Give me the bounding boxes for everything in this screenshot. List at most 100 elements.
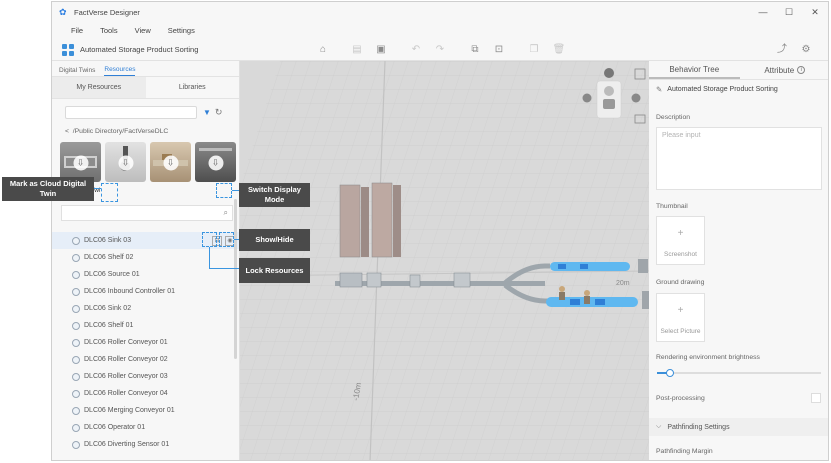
connector-line: [209, 268, 239, 269]
resource-thumbnail[interactable]: ⇩: [105, 142, 146, 182]
filter-icon[interactable]: ▼: [203, 108, 211, 117]
menu-bar: File Tools View Settings: [52, 22, 828, 39]
callout-lock: Lock Resources: [239, 258, 310, 283]
list-item-label: DLC06 Shelf 01: [84, 322, 134, 329]
resource-thumbnail[interactable]: ⇩: [150, 142, 191, 182]
pathfinding-section-header[interactable]: ⌵ Pathfinding Settings: [649, 418, 828, 436]
callout-mark-cloud: Mark as Cloud Digital Twin: [2, 177, 94, 201]
object-icon: [72, 270, 80, 279]
cloud-twin-marker[interactable]: [101, 183, 118, 202]
menu-file[interactable]: File: [71, 26, 83, 35]
callout-show-hide: Show/Hide: [239, 229, 310, 251]
list-item-label: DLC06 Roller Conveyor 04: [84, 390, 168, 397]
object-icon: [72, 304, 80, 313]
list-item-label: DLC06 Roller Conveyor 01: [84, 339, 168, 346]
object-icon: [72, 253, 80, 262]
tab-attribute-label: Attribute: [764, 65, 795, 75]
object-icon: [72, 338, 80, 347]
list-item[interactable]: DLC06 Operator 01: [52, 419, 240, 436]
callout-mark-cloud-text: Mark as Cloud Digital Twin: [9, 179, 87, 198]
list-item[interactable]: DLC06 Roller Conveyor 01: [52, 334, 240, 351]
project-name: Automated Storage Product Sorting: [80, 45, 199, 54]
left-panel: Digital Twins Resources My Resources Lib…: [52, 61, 240, 460]
redo-icon[interactable]: ↷: [433, 43, 447, 57]
focus-icon[interactable]: ⊡: [492, 43, 506, 57]
save-icon[interactable]: ▣: [374, 43, 388, 57]
chart-icon[interactable]: ⤴: [775, 43, 789, 57]
callout-switch-display-text: Switch Display Mode: [248, 185, 301, 204]
right-panel: Behavior Tree Attribute i ✎ Automated St…: [649, 61, 829, 460]
maximize-icon[interactable]: ☐: [776, 2, 802, 22]
screenshot-icon[interactable]: ⧉: [468, 43, 482, 57]
object-icon: [72, 236, 80, 245]
list-scrollbar[interactable]: [234, 199, 237, 359]
download-icon: ⇩: [208, 155, 223, 171]
pencil-icon[interactable]: ✎: [656, 85, 662, 94]
list-item[interactable]: DLC06 Inbound Controller 01: [52, 283, 240, 300]
settings-icon[interactable]: ⚙: [799, 43, 813, 57]
screenshot-button[interactable]: + Screenshot: [656, 216, 705, 265]
brightness-slider[interactable]: [657, 369, 821, 377]
resource-thumbnail[interactable]: ⇩: [60, 142, 101, 182]
callout-switch-display: Switch Display Mode: [239, 183, 310, 207]
list-item[interactable]: DLC06 Shelf 02: [52, 249, 240, 266]
home-icon[interactable]: ⌂: [316, 43, 330, 57]
menu-view[interactable]: View: [135, 26, 151, 35]
tab-attribute[interactable]: Attribute i: [740, 61, 829, 79]
title-bar: ✿ FactVerse Designer — ☐ ✕: [52, 2, 828, 22]
download-icon: ⇩: [163, 155, 178, 171]
lock-marker[interactable]: [202, 232, 217, 247]
connector-line: [94, 188, 101, 189]
tab-my-resources[interactable]: My Resources: [52, 77, 146, 98]
list-item-label: DLC06 Diverting Sensor 01: [84, 441, 170, 448]
resource-search-input[interactable]: [65, 106, 197, 119]
close-icon[interactable]: ✕: [802, 2, 828, 22]
tab-libraries[interactable]: Libraries: [146, 77, 240, 98]
tab-behavior-tree[interactable]: Behavior Tree: [649, 61, 740, 79]
list-item-label: DLC06 Shelf 02: [84, 254, 134, 261]
callout-lock-text: Lock Resources: [245, 265, 304, 275]
app-title: FactVerse Designer: [74, 7, 140, 17]
menu-tools[interactable]: Tools: [100, 26, 118, 35]
menu-settings[interactable]: Settings: [168, 26, 195, 35]
ground-drawing-label: Ground drawing: [656, 279, 705, 286]
tab-digital-twins[interactable]: Digital Twins: [59, 67, 95, 76]
scene-title: ✎ Automated Storage Product Sorting: [656, 85, 778, 94]
post-processing-label: Post-processing: [656, 395, 705, 402]
object-search-input[interactable]: ⌕: [61, 205, 233, 221]
chevron-down-icon: ⌵: [656, 423, 662, 430]
description-textarea[interactable]: Please input: [656, 127, 822, 190]
delete-icon[interactable]: 🗑: [552, 43, 566, 57]
list-item[interactable]: DLC06 Diverting Sensor 01: [52, 436, 240, 453]
pathfinding-margin-label: Pathfinding Margin: [656, 448, 713, 455]
app-window: ✿ FactVerse Designer — ☐ ✕ File Tools Vi…: [51, 1, 829, 461]
undo-icon[interactable]: ↶: [409, 43, 423, 57]
description-placeholder: Please input: [662, 132, 701, 139]
list-item[interactable]: DLC06 Roller Conveyor 04: [52, 385, 240, 402]
show-hide-marker[interactable]: [219, 232, 234, 247]
post-processing-toggle[interactable]: [811, 393, 821, 403]
display-mode-toggle[interactable]: [216, 183, 232, 198]
minimize-icon[interactable]: —: [750, 2, 776, 22]
refresh-icon[interactable]: ↻: [215, 107, 223, 118]
list-item[interactable]: DLC06 Roller Conveyor 02: [52, 351, 240, 368]
thumbnail-label: Thumbnail: [656, 203, 688, 210]
toolbar: Automated Storage Product Sorting ⌂ ▤ ▣ …: [52, 39, 828, 61]
list-item-label: DLC06 Operator 01: [84, 424, 146, 431]
document-icon[interactable]: ▤: [350, 43, 364, 57]
brightness-knob[interactable]: [666, 369, 675, 377]
list-item-label: DLC06 Inbound Controller 01: [84, 288, 176, 295]
list-item-label: DLC06 Sink 02: [84, 305, 132, 312]
list-item[interactable]: DLC06 Roller Conveyor 03: [52, 368, 240, 385]
copy-icon[interactable]: ❐: [527, 43, 541, 57]
list-item[interactable]: DLC06 Shelf 01: [52, 317, 240, 334]
select-picture-button[interactable]: + Select Picture: [656, 293, 705, 342]
list-item[interactable]: DLC06 Merging Conveyor 01: [52, 402, 240, 419]
callout-show-hide-text: Show/Hide: [255, 235, 294, 244]
window-controls: — ☐ ✕: [750, 2, 828, 22]
breadcrumb[interactable]: < /Public Directory/FactVerseDLC: [65, 128, 168, 135]
tab-resources[interactable]: Resources: [104, 66, 136, 76]
resource-thumbnail[interactable]: ⇩: [195, 142, 236, 182]
list-item[interactable]: DLC06 Sink 02: [52, 300, 240, 317]
connector-line: [232, 190, 239, 191]
